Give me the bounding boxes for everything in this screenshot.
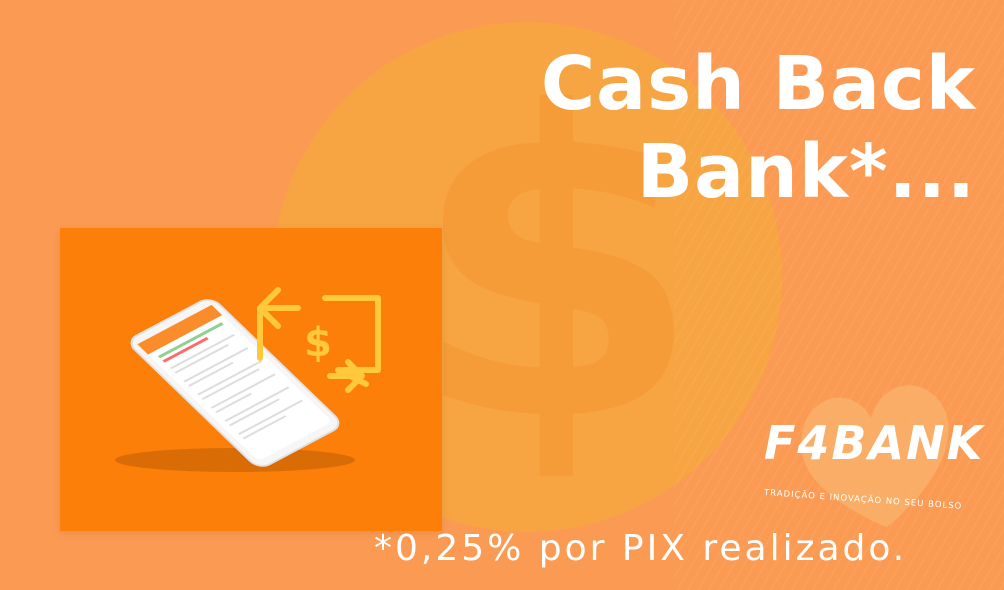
phone-cashback-illustration: $ <box>115 287 381 472</box>
app-illustration-card: $ <box>60 228 442 531</box>
brand-name: F4BANK <box>764 416 985 470</box>
brand-logo: F4BANK TRADIÇÃO E INOVAÇÃO NO SEU BOLSO <box>752 378 982 538</box>
headline-line-2: Bank*... <box>636 129 976 215</box>
promo-banner: $ Cash Back Bank*... $ F4BANK TRADIÇÃO E… <box>0 0 1004 590</box>
headline-line-1: Cash Back <box>540 41 976 127</box>
footnote-text: *0,25% por PIX realizado. <box>374 528 908 569</box>
headline: Cash Back Bank*... <box>541 40 976 216</box>
card-dollar-icon: $ <box>304 320 332 366</box>
